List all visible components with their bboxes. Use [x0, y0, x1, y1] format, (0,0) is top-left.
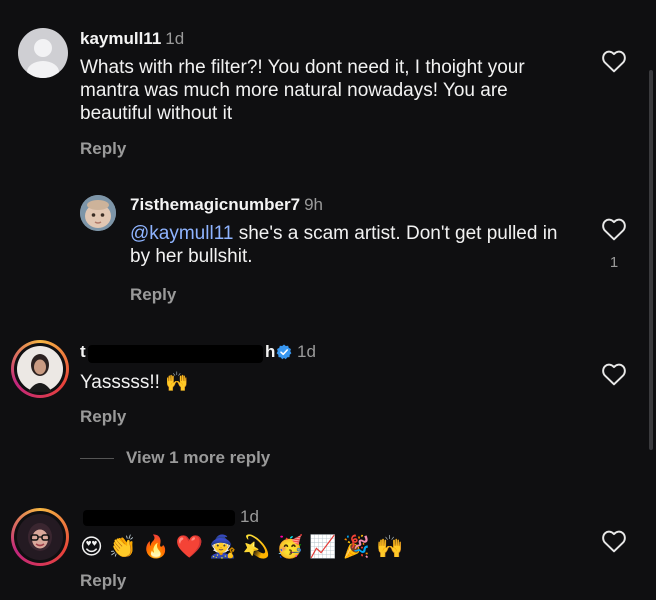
- profile-photo: [17, 346, 63, 392]
- reply-button[interactable]: Reply: [130, 285, 570, 305]
- username[interactable]: kaymull11: [80, 29, 161, 48]
- heart-outline-icon[interactable]: [601, 362, 627, 386]
- default-user-icon: [27, 39, 59, 78]
- avatar-default[interactable]: [18, 28, 68, 78]
- emoji: 🥳: [275, 534, 304, 559]
- avatar-woman[interactable]: [11, 340, 69, 398]
- username[interactable]: 7isthemagicnumber7: [130, 195, 300, 214]
- mention-link[interactable]: @kaymull11: [130, 223, 233, 244]
- comment-text: Yasssss!! 🙌: [80, 372, 189, 393]
- comment-header: 1d: [80, 507, 580, 529]
- comment-header: 7isthemagicnumber7 9h: [130, 195, 570, 215]
- emoji: 📈: [309, 534, 337, 559]
- emoji: 👏: [108, 534, 137, 559]
- timestamp: 1d: [165, 29, 185, 48]
- reply-button[interactable]: Reply: [80, 571, 580, 591]
- baby-face-icon: [80, 195, 116, 231]
- emoji: 🙌: [376, 534, 404, 559]
- timestamp: 1d: [240, 507, 259, 526]
- avatar-woman-glasses[interactable]: [11, 508, 69, 566]
- emoji: ❤️: [175, 534, 204, 559]
- comment-text: @kaymull11 she's a scam artist. Don't ge…: [130, 222, 570, 268]
- reply-button[interactable]: Reply: [80, 407, 580, 427]
- comment-3: t h 1d Yasssss!! 🙌 Reply: [80, 342, 580, 427]
- emoji: 🔥: [142, 534, 170, 559]
- emoji-reaction-row: 😍 👏 🔥 ❤️ 🧙 💫 🥳 📈 🎉 🙌: [80, 534, 580, 560]
- comment-1: kaymull11 1d Whats with rhe filter?! You …: [80, 29, 580, 159]
- comment-header: kaymull11 1d: [80, 29, 580, 49]
- heart-outline-icon[interactable]: [601, 49, 627, 73]
- username-start[interactable]: t: [80, 342, 86, 361]
- view-more-label: View 1 more reply: [126, 448, 271, 467]
- view-more-replies-button[interactable]: View 1 more reply: [80, 448, 270, 468]
- comments-screen: kaymull11 1d Whats with rhe filter?! You …: [0, 0, 656, 600]
- emoji: 😍: [80, 534, 103, 559]
- emoji: 🧙: [209, 534, 237, 559]
- like-count: 1: [609, 254, 619, 271]
- username-end[interactable]: h: [265, 342, 275, 362]
- comment-header: t h 1d: [80, 342, 580, 364]
- emoji: 🎉: [342, 534, 371, 559]
- scrollbar[interactable]: [649, 70, 653, 450]
- comment-2: 7isthemagicnumber7 9h @kaymull11 she's a …: [130, 195, 570, 305]
- avatar-baby[interactable]: [80, 195, 116, 231]
- verified-badge-icon: [276, 344, 292, 360]
- reply-button[interactable]: Reply: [80, 139, 580, 159]
- heart-outline-icon[interactable]: [601, 529, 627, 553]
- timestamp: 1d: [297, 342, 316, 361]
- heart-outline-icon[interactable]: [601, 217, 627, 241]
- comment-text: Whats with rhe filter?! You dont need it…: [80, 57, 525, 124]
- emoji: 💫: [242, 534, 270, 559]
- comment-4: 1d 😍 👏 🔥 ❤️ 🧙 💫 🥳 📈 🎉 🙌 Reply: [80, 507, 580, 591]
- timestamp: 9h: [304, 195, 323, 214]
- profile-photo: [17, 514, 63, 560]
- divider-line: [80, 457, 114, 459]
